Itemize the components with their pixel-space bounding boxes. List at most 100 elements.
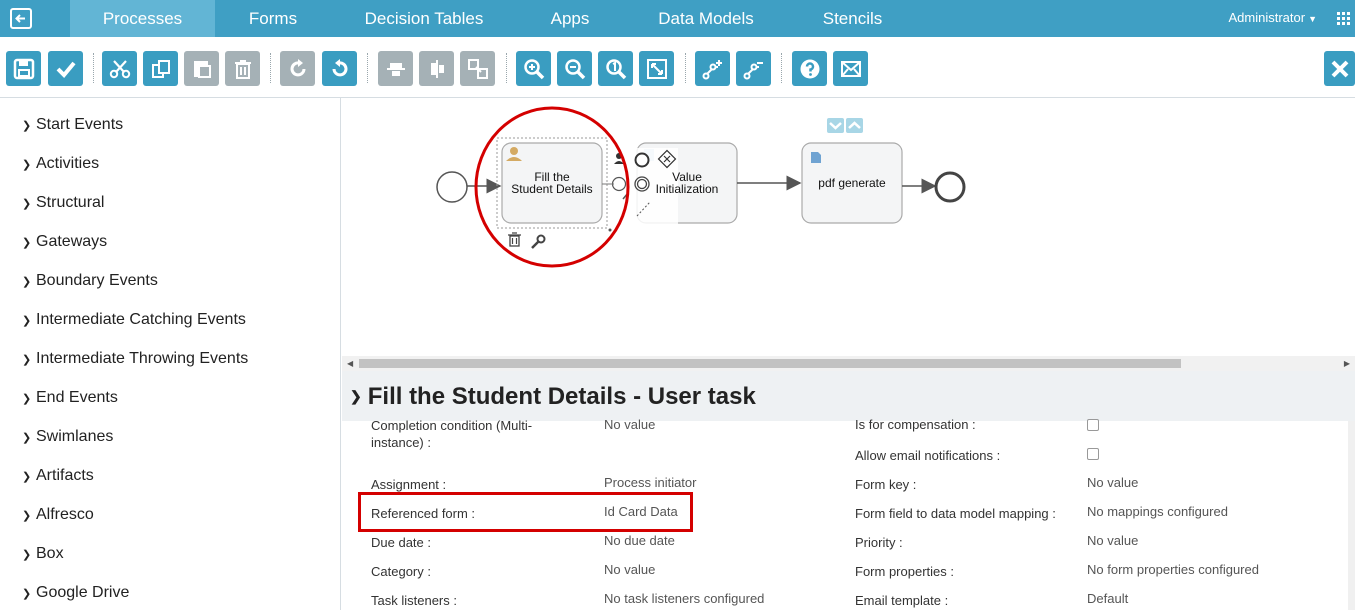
paste-icon [193, 60, 211, 78]
palette-group-artifacts[interactable]: ❯ Artifacts [22, 467, 94, 485]
properties-vertical-scrollbar[interactable] [1348, 421, 1355, 610]
zoom-fit-button[interactable] [639, 51, 674, 86]
save-button[interactable] [6, 51, 41, 86]
property-label-is-for-compensation[interactable]: Is for compensation : [855, 417, 976, 432]
chevron-right-icon: ❯ [22, 432, 32, 444]
remove-bendpoint-button[interactable] [736, 51, 771, 86]
property-value-form-field-mapping[interactable]: No mappings configured [1087, 504, 1228, 519]
palette-group-intermediate-throwing-events[interactable]: ❯ Intermediate Throwing Events [22, 350, 248, 368]
collapse-up-icon[interactable] [846, 118, 863, 133]
property-label-form-properties[interactable]: Form properties : [855, 564, 954, 579]
palette-group-swimlanes[interactable]: ❯ Swimlanes [22, 428, 113, 446]
canvas-horizontal-scrollbar[interactable]: ◀ ▶ [342, 356, 1355, 371]
align-vertical-icon [430, 59, 444, 78]
tab-apps[interactable]: Apps [520, 0, 620, 37]
zoom-out-button[interactable] [557, 51, 592, 86]
user-menu[interactable]: Administrator ▼ [1229, 10, 1318, 25]
close-editor-button[interactable] [1324, 51, 1355, 86]
apps-grid-icon[interactable] [1337, 12, 1350, 25]
copy-button[interactable] [143, 51, 178, 86]
top-navigation: Processes Forms Decision Tables Apps Dat… [0, 0, 1355, 43]
cut-button[interactable] [102, 51, 137, 86]
property-label-form-field-mapping[interactable]: Form field to data model mapping : [855, 506, 1056, 521]
chevron-right-icon: ❯ [22, 315, 32, 327]
trash-icon[interactable] [508, 232, 521, 247]
properties-title[interactable]: ❯ Fill the Student Details - User task [350, 383, 756, 411]
start-event[interactable] [436, 171, 468, 203]
is-for-compensation-checkbox[interactable] [1087, 419, 1099, 431]
chevron-right-icon: ❯ [22, 549, 32, 561]
property-value-form-key[interactable]: No value [1087, 475, 1138, 490]
zoom-in-button[interactable] [516, 51, 551, 86]
append-intermediate-event-icon[interactable] [611, 176, 627, 192]
property-value-task-listeners[interactable]: No task listeners configured [604, 591, 764, 606]
tab-processes[interactable]: Processes [70, 0, 215, 43]
property-value-due-date[interactable]: No due date [604, 533, 675, 548]
palette-group-label: Box [36, 545, 64, 562]
append-end-event-icon[interactable] [634, 152, 650, 168]
palette-group-label: Alfresco [36, 506, 94, 523]
property-value-form-properties[interactable]: No form properties configured [1087, 562, 1259, 577]
property-label-form-key[interactable]: Form key : [855, 477, 916, 492]
align-horizontal-button[interactable] [378, 51, 413, 86]
add-bendpoint-button[interactable] [695, 51, 730, 86]
palette-group-google-drive[interactable]: ❯ Google Drive [22, 584, 129, 602]
palette-group-label: Artifacts [36, 467, 94, 484]
same-size-button[interactable] [460, 51, 495, 86]
property-label-allow-email-notifications[interactable]: Allow email notifications : [855, 448, 1000, 463]
property-value-priority[interactable]: No value [1087, 533, 1138, 548]
property-label-assignment[interactable]: Assignment : [371, 477, 446, 492]
tab-data-models[interactable]: Data Models [640, 0, 772, 37]
property-label-task-listeners[interactable]: Task listeners : [371, 593, 457, 608]
collapse-down-icon[interactable] [827, 118, 844, 133]
allow-email-notifications-checkbox[interactable] [1087, 448, 1099, 460]
palette-group-label: Swimlanes [36, 428, 114, 445]
palette-group-label: Google Drive [36, 584, 130, 601]
property-label-category[interactable]: Category : [371, 564, 431, 579]
copy-icon [151, 59, 170, 78]
palette-group-alfresco[interactable]: ❯ Alfresco [22, 506, 94, 524]
process-canvas[interactable]: Fill the Student Details Value Initializ… [342, 98, 1355, 356]
scroll-right-icon[interactable]: ▶ [1344, 359, 1350, 368]
zoom-actual-button[interactable] [598, 51, 633, 86]
align-vertical-button[interactable] [419, 51, 454, 86]
resize-handle[interactable] [608, 228, 612, 232]
wrench-icon[interactable] [531, 234, 546, 249]
toolbar-divider [781, 53, 782, 83]
palette-group-gateways[interactable]: ❯ Gateways [22, 233, 107, 251]
palette-group-boundary-events[interactable]: ❯ Boundary Events [22, 272, 158, 290]
property-label-priority[interactable]: Priority : [855, 535, 903, 550]
property-label-completion-condition[interactable]: Completion condition (Multi- instance) : [371, 417, 532, 451]
property-label-line: instance) : [371, 435, 431, 450]
palette-group-activities[interactable]: ❯ Activities [22, 155, 99, 173]
tab-forms[interactable]: Forms [218, 0, 328, 37]
feedback-button[interactable] [833, 51, 868, 86]
user-name: Administrator [1228, 10, 1306, 25]
same-size-icon [467, 58, 488, 79]
paste-button[interactable] [184, 51, 219, 86]
envelope-icon [840, 60, 861, 77]
property-label-due-date[interactable]: Due date : [371, 535, 431, 550]
palette-group-intermediate-catching-events[interactable]: ❯ Intermediate Catching Events [22, 311, 246, 329]
redo-button[interactable] [280, 51, 315, 86]
tab-stencils[interactable]: Stencils [800, 0, 905, 37]
palette-group-end-events[interactable]: ❯ End Events [22, 389, 118, 407]
property-label-email-template[interactable]: Email template : [855, 593, 948, 608]
properties-title-text: Fill the Student Details - User task [367, 383, 756, 410]
tab-decision-tables[interactable]: Decision Tables [350, 0, 498, 37]
scrollbar-thumb[interactable] [359, 359, 1181, 368]
palette-group-structural[interactable]: ❯ Structural [22, 194, 104, 212]
scroll-left-icon[interactable]: ◀ [347, 359, 353, 368]
delete-button[interactable] [225, 51, 260, 86]
validate-button[interactable] [48, 51, 83, 86]
back-icon[interactable] [10, 8, 32, 29]
property-value-email-template[interactable]: Default [1087, 591, 1128, 606]
property-value-category[interactable]: No value [604, 562, 655, 577]
property-value-assignment[interactable]: Process initiator [604, 475, 696, 490]
undo-button[interactable] [322, 51, 357, 86]
end-event[interactable] [934, 171, 966, 203]
property-value-completion-condition[interactable]: No value [604, 417, 655, 432]
help-button[interactable] [792, 51, 827, 86]
palette-group-start-events[interactable]: ❯ Start Events [22, 116, 123, 134]
palette-group-box[interactable]: ❯ Box [22, 545, 64, 563]
